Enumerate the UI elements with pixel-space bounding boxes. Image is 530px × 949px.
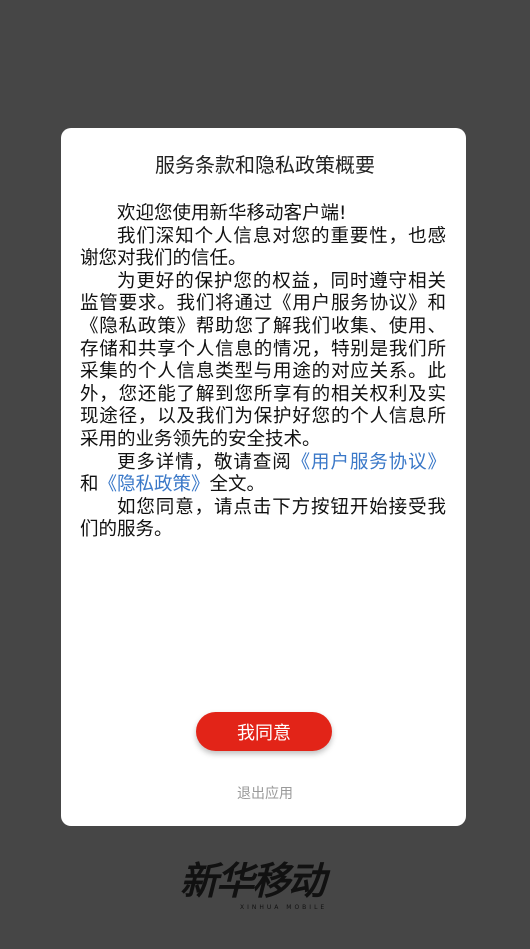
more-info-and: 和	[80, 474, 99, 496]
dialog-title: 服务条款和隐私政策概要	[155, 153, 375, 177]
user-agreement-link[interactable]: 《用户服务协议》	[292, 452, 446, 473]
paragraph-details: 为更好的保护您的权益，同时遵守相关监管要求。我们将通过《用户服务协议》和《隐私政…	[80, 270, 446, 450]
more-info-prefix: 更多详情，敬请查阅	[117, 451, 292, 473]
paragraph-consent: 如您同意，请点击下方按钮开始接受我们的服务。	[80, 496, 446, 541]
dialog-body: 欢迎您使用新华移动客户端! 我们深知个人信息对您的重要性，也感谢您对我们的信任。…	[80, 203, 446, 542]
paragraph-more-info: 更多详情，敬请查阅《用户服务协议》和《隐私政策》全文。	[80, 452, 446, 497]
agree-button[interactable]: 我同意	[196, 712, 332, 751]
paragraph-importance: 我们深知个人信息对您的重要性，也感谢您对我们的信任。	[80, 225, 446, 270]
logo-text: 新华移动	[180, 859, 326, 903]
paragraph-welcome: 欢迎您使用新华移动客户端!	[117, 203, 347, 224]
xinhua-mobile-logo: 新华移动 XINHUA MOBILE	[180, 856, 350, 916]
privacy-policy-link[interactable]: 《隐私政策》	[99, 474, 210, 495]
exit-app-button[interactable]: 退出应用	[0, 783, 530, 803]
logo-subtitle: XINHUA MOBILE	[240, 904, 328, 911]
app-screen: 服务条款和隐私政策概要 欢迎您使用新华移动客户端! 我们深知个人信息对您的重要性…	[0, 0, 530, 949]
more-info-suffix: 全文。	[209, 474, 266, 496]
